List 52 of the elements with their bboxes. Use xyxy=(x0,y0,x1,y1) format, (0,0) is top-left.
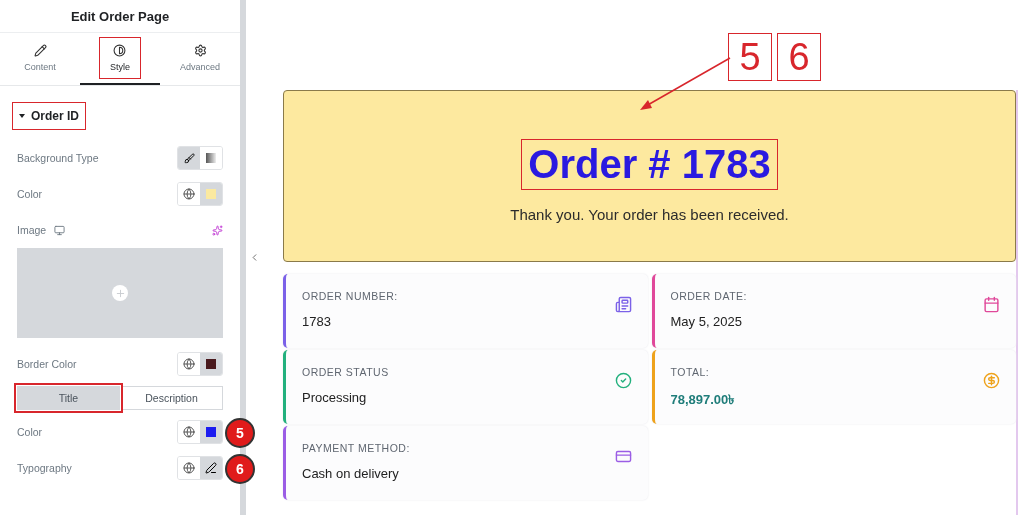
number-badge: 6 xyxy=(225,454,255,484)
order-title: Order # 1783 xyxy=(521,139,778,190)
card-icon xyxy=(614,296,632,313)
color-picker[interactable] xyxy=(177,352,223,376)
card-value: Processing xyxy=(302,390,368,405)
gear-icon xyxy=(193,44,207,57)
globe-icon xyxy=(183,462,195,474)
globe-icon xyxy=(183,358,195,370)
monitor-icon xyxy=(54,224,66,236)
control-label: Color xyxy=(17,188,43,200)
card-label: ORDER DATE: xyxy=(670,290,747,302)
card-label: PAYMENT METHOD: xyxy=(302,442,410,454)
typography-control[interactable] xyxy=(177,456,223,480)
callout-number: 6 xyxy=(777,33,821,81)
panel-title: Edit Order Page xyxy=(0,0,240,33)
sparkles-icon[interactable] xyxy=(212,224,223,236)
contrast-icon xyxy=(113,44,127,57)
control-label: Background Type xyxy=(17,152,99,164)
panel-tab[interactable]: Content xyxy=(0,33,80,85)
control-label: Border Color xyxy=(17,358,77,370)
control-label: Typography xyxy=(17,462,72,474)
control-label: Image xyxy=(17,224,66,236)
brush-icon xyxy=(183,152,195,164)
card-icon xyxy=(614,448,632,465)
card-icon xyxy=(983,372,1000,389)
card-value: 78,897.00৳ xyxy=(670,391,735,409)
pen-icon xyxy=(205,462,217,474)
switch-tab[interactable]: Title xyxy=(17,386,120,410)
background-type-toggle[interactable] xyxy=(177,146,223,170)
pencil-icon xyxy=(33,44,47,57)
card-label: TOTAL: xyxy=(670,366,711,378)
card-value: May 5, 2025 xyxy=(670,314,744,329)
color-picker[interactable] xyxy=(177,420,223,444)
card-icon xyxy=(614,372,632,389)
plus-icon xyxy=(112,285,128,301)
globe-icon xyxy=(183,188,195,200)
card-value: Cash on delivery xyxy=(302,466,400,481)
switch-tab[interactable]: Description xyxy=(120,386,223,410)
control-label: Color xyxy=(17,426,43,438)
gradient-icon xyxy=(206,153,216,163)
callout-number: 5 xyxy=(728,33,772,81)
section-header[interactable]: Order ID xyxy=(12,102,86,130)
number-badge: 5 xyxy=(225,418,255,448)
order-subtitle: Thank you. Your order has been received. xyxy=(510,206,789,223)
card-label: ORDER STATUS xyxy=(302,366,389,378)
globe-icon xyxy=(183,426,195,438)
card-icon xyxy=(983,296,1000,313)
panel-tab[interactable]: Style xyxy=(80,33,160,85)
card-label: ORDER NUMBER: xyxy=(302,290,398,302)
card-value: 1783 xyxy=(302,314,332,329)
color-picker[interactable] xyxy=(177,182,223,206)
panel-tab[interactable]: Advanced xyxy=(160,33,240,85)
